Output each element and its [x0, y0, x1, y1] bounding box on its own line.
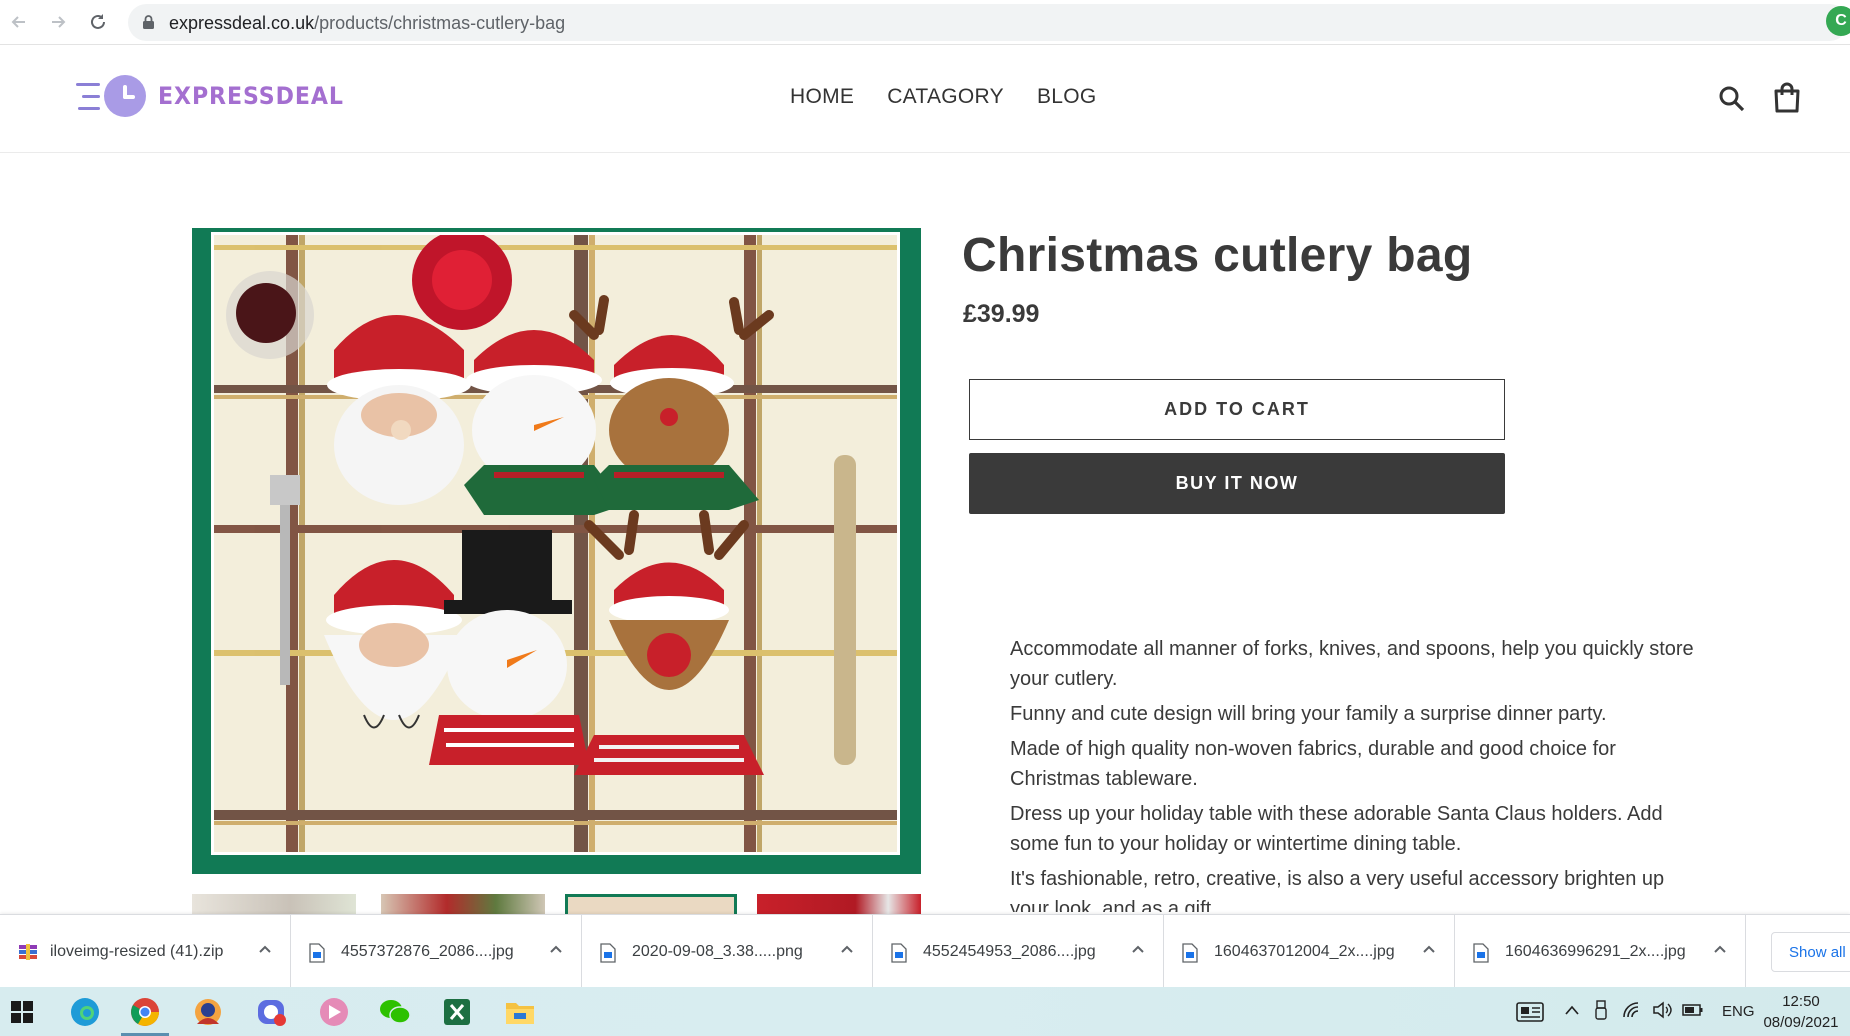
- nav-catagory[interactable]: CATAGORY: [887, 85, 1004, 109]
- download-filename: 4552454953_2086....jpg: [923, 942, 1096, 960]
- download-filename: 2020-09-08_3.38.....png: [632, 942, 803, 960]
- clock-icon: [104, 75, 146, 117]
- search-icon[interactable]: [1718, 85, 1746, 118]
- chevron-up-icon[interactable]: [1131, 941, 1145, 959]
- downloads-bar: iloveimg-resized (41).zip 4557372876_208…: [0, 914, 1850, 988]
- chevron-up-icon[interactable]: [840, 941, 854, 959]
- forward-icon[interactable]: [44, 8, 72, 36]
- nav-home[interactable]: HOME: [790, 85, 854, 109]
- back-icon[interactable]: [5, 8, 33, 36]
- chevron-up-icon[interactable]: [1564, 1003, 1580, 1020]
- clock-time: 12:50: [1782, 993, 1820, 1010]
- thumbnail-1[interactable]: [192, 894, 356, 914]
- chrome-icon[interactable]: [126, 993, 164, 1031]
- file-icon: [1182, 942, 1200, 963]
- language-indicator[interactable]: ENG: [1722, 1003, 1755, 1020]
- lock-icon: [142, 15, 155, 35]
- wechat-icon[interactable]: [376, 993, 414, 1031]
- app-icon-chat[interactable]: [252, 993, 290, 1031]
- chevron-up-icon[interactable]: [549, 941, 563, 959]
- news-widget-icon[interactable]: [1512, 1001, 1548, 1022]
- download-filename: 1604637012004_2x....jpg: [1214, 942, 1395, 960]
- description-bullet: Dress up your holiday table with these a…: [1010, 799, 1700, 859]
- cart-icon[interactable]: [1773, 82, 1801, 119]
- clock-date: 08/09/2021: [1763, 1014, 1839, 1031]
- profile-avatar[interactable]: C: [1826, 6, 1850, 36]
- wifi-icon[interactable]: [1622, 1001, 1642, 1023]
- download-filename: 1604636996291_2x....jpg: [1505, 942, 1686, 960]
- thumbnail-2[interactable]: [381, 894, 545, 914]
- reload-icon[interactable]: [84, 8, 112, 36]
- site-header: EXPRESSDEAL HOME CATAGORY BLOG: [0, 45, 1850, 153]
- download-item[interactable]: 2020-09-08_3.38.....png: [582, 915, 873, 988]
- app-icon-orange[interactable]: [189, 993, 227, 1031]
- add-to-cart-button[interactable]: ADD TO CART: [969, 379, 1505, 440]
- buy-it-now-button[interactable]: BUY IT NOW: [969, 453, 1505, 514]
- system-tray: ENG: [1512, 987, 1755, 1036]
- file-icon: [600, 942, 618, 963]
- chevron-up-icon[interactable]: [1713, 941, 1727, 959]
- url-text: expressdeal.co.uk/products/christmas-cut…: [169, 13, 566, 33]
- file-explorer-icon[interactable]: [501, 993, 539, 1031]
- main-nav: HOME CATAGORY BLOG: [790, 85, 1097, 109]
- product-price: £39.99: [963, 300, 1040, 328]
- volume-icon[interactable]: [1652, 1000, 1672, 1023]
- description-bullet: Made of high quality non-woven fabrics, …: [1010, 734, 1700, 794]
- thumbnail-strip: [192, 894, 921, 914]
- download-item[interactable]: 4552454953_2086....jpg: [873, 915, 1164, 988]
- file-icon: [309, 942, 327, 963]
- product-photo: [211, 232, 900, 855]
- site-logo[interactable]: EXPRESSDEAL: [74, 75, 360, 117]
- description-bullet: It's fashionable, retro, creative, is al…: [1010, 864, 1700, 912]
- product-description-list: Accommodate all manner of forks, knives,…: [1010, 634, 1700, 912]
- nav-blog[interactable]: BLOG: [1037, 85, 1097, 109]
- edge-browser-icon[interactable]: [66, 993, 104, 1031]
- usb-device-icon[interactable]: [1594, 999, 1608, 1024]
- thumbnail-3-selected[interactable]: [565, 894, 737, 914]
- description-bullet: Funny and cute design will bring your fa…: [1010, 699, 1700, 729]
- download-item[interactable]: 1604636996291_2x....jpg: [1455, 915, 1746, 988]
- file-icon: [1473, 942, 1491, 963]
- download-filename: 4557372876_2086....jpg: [341, 942, 514, 960]
- download-item[interactable]: 4557372876_2086....jpg: [291, 915, 582, 988]
- show-all-downloads-button[interactable]: Show all: [1771, 932, 1850, 972]
- download-filename: iloveimg-resized (41).zip: [50, 942, 224, 960]
- app-icon-pink[interactable]: [315, 993, 353, 1031]
- chevron-up-icon[interactable]: [1422, 941, 1436, 959]
- battery-icon[interactable]: [1682, 1003, 1704, 1021]
- download-item[interactable]: 1604637012004_2x....jpg: [1164, 915, 1455, 988]
- logo-lines-icon: [74, 77, 102, 115]
- windows-taskbar: ENG 12:50 08/09/2021: [0, 987, 1850, 1036]
- description-bullet: Accommodate all manner of forks, knives,…: [1010, 634, 1700, 694]
- product-title: Christmas cutlery bag: [962, 229, 1473, 282]
- taskbar-clock[interactable]: 12:50 08/09/2021: [1760, 991, 1842, 1033]
- file-icon: [891, 942, 909, 963]
- excel-icon[interactable]: [438, 993, 476, 1031]
- browser-toolbar: expressdeal.co.uk/products/christmas-cut…: [0, 0, 1850, 45]
- chevron-up-icon[interactable]: [258, 941, 272, 959]
- windows-start-icon[interactable]: [3, 993, 41, 1031]
- zip-archive-icon: [18, 943, 37, 961]
- download-item[interactable]: iloveimg-resized (41).zip: [0, 915, 291, 988]
- product-main-image[interactable]: [192, 228, 921, 874]
- thumbnail-4[interactable]: [757, 894, 921, 914]
- address-bar[interactable]: expressdeal.co.uk/products/christmas-cut…: [128, 4, 1848, 41]
- logo-text: EXPRESSDEAL: [158, 82, 344, 110]
